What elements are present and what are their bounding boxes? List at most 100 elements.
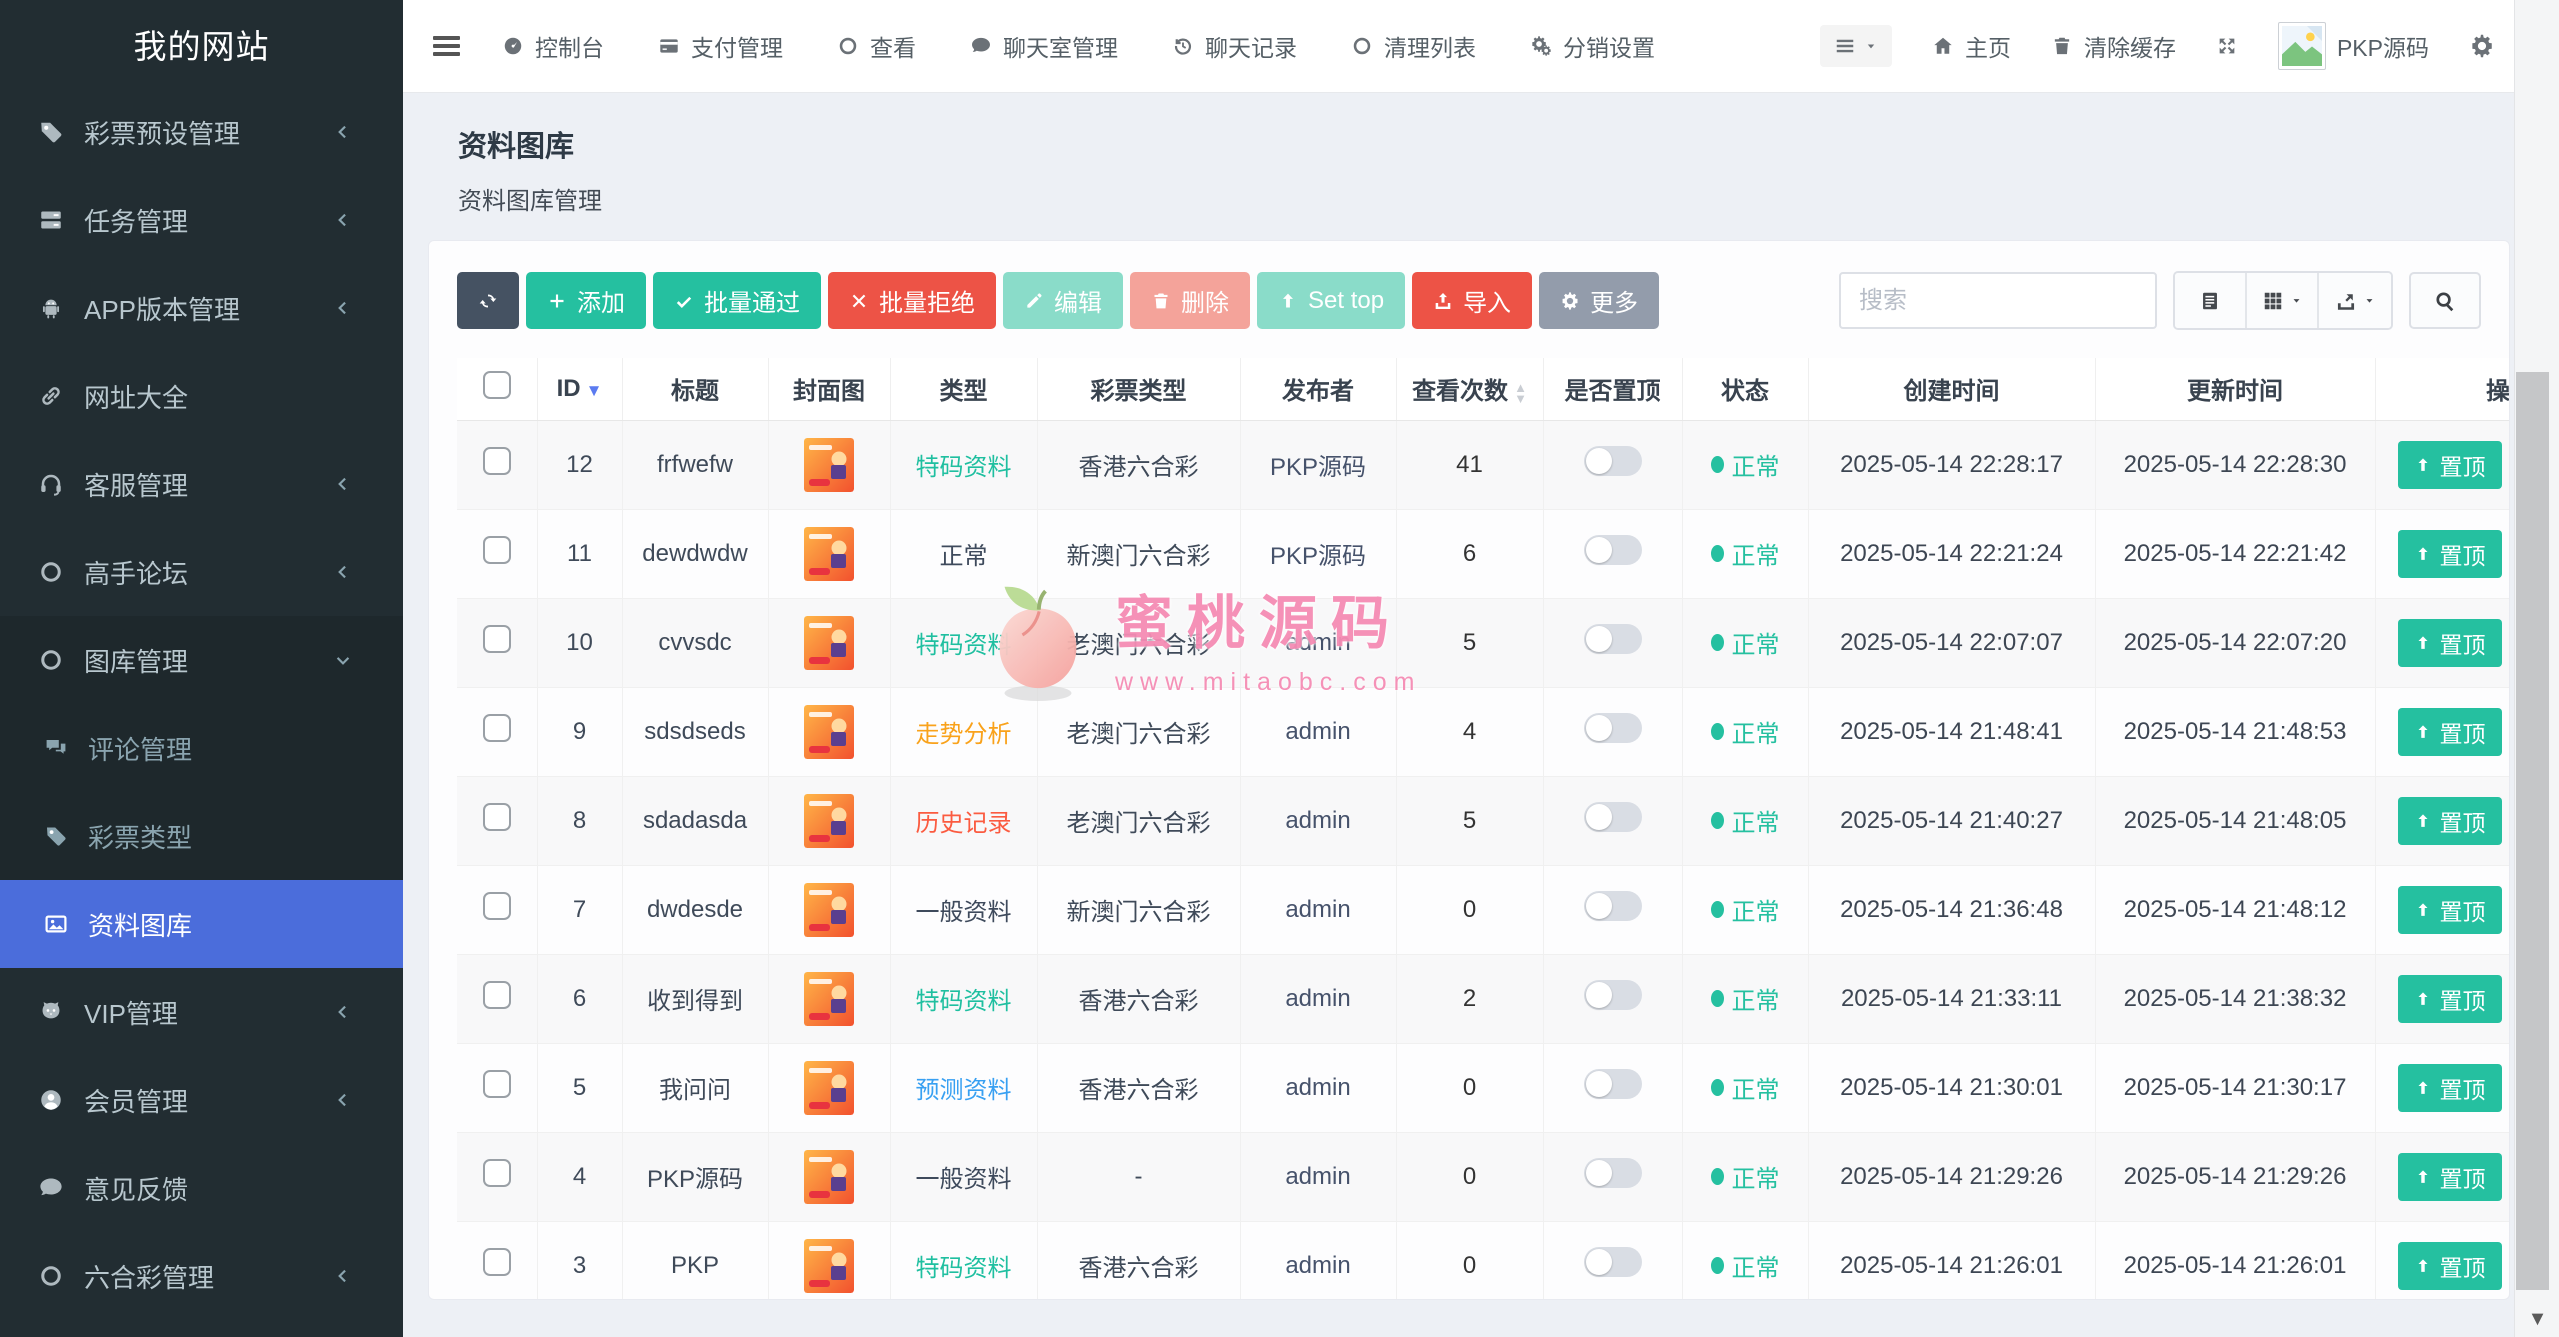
sidebar-item-sub-1[interactable]: 彩票类型	[0, 792, 403, 880]
sidebar-item-4[interactable]: 客服管理	[0, 440, 403, 528]
sidebar-item-6[interactable]: 图库管理	[0, 616, 403, 704]
pin-top-button[interactable]: 置顶	[2398, 619, 2502, 667]
search-button[interactable]	[2409, 272, 2481, 329]
pin-toggle[interactable]	[1584, 446, 1642, 476]
pin-toggle[interactable]	[1584, 624, 1642, 654]
nav-item-3[interactable]: 聊天室管理	[970, 29, 1118, 63]
cell-views: 2	[1396, 954, 1543, 1043]
pin-toggle[interactable]	[1584, 802, 1642, 832]
pin-toggle[interactable]	[1584, 535, 1642, 565]
nav-item-5[interactable]: 清理列表	[1351, 29, 1476, 63]
row-checkbox[interactable]	[483, 1248, 511, 1276]
pin-top-button[interactable]: 置顶	[2398, 1064, 2502, 1112]
home-link[interactable]: 主页	[1932, 29, 2011, 63]
pin-toggle[interactable]	[1584, 1069, 1642, 1099]
sidebar-item-10[interactable]: 六合彩管理	[0, 1232, 403, 1320]
pin-top-button[interactable]: 置顶	[2398, 1153, 2502, 1201]
pin-top-button[interactable]: 置顶	[2398, 975, 2502, 1023]
pin-top-button[interactable]: 置顶	[2398, 797, 2502, 845]
search-input[interactable]	[1839, 272, 2157, 329]
menu-list-dropdown[interactable]	[1820, 25, 1892, 67]
sidebar-item-0[interactable]: 彩票预设管理	[0, 88, 403, 176]
row-checkbox[interactable]	[483, 1159, 511, 1187]
cell-updated: 2025-05-14 21:26:01	[2095, 1221, 2375, 1300]
nav-item-6[interactable]: 分销设置	[1530, 29, 1655, 63]
sidebar-item-sub-0[interactable]: 评论管理	[0, 704, 403, 792]
more-button[interactable]: 更多	[1539, 272, 1659, 329]
column-header-查看次数[interactable]: 查看次数 ▲▼	[1396, 358, 1543, 420]
cell-updated: 2025-05-14 21:29:26	[2095, 1132, 2375, 1221]
column-label: 更新时间	[2187, 378, 2283, 405]
cell-select	[457, 1221, 537, 1300]
scrollbar-down-arrow[interactable]: ▼	[2515, 1308, 2559, 1331]
pin-toggle[interactable]	[1584, 1247, 1642, 1277]
row-checkbox[interactable]	[483, 803, 511, 831]
settings-gear[interactable]	[2469, 33, 2495, 59]
nav-item-1[interactable]: 支付管理	[658, 29, 783, 63]
batch-approve-button[interactable]: 批量通过	[653, 272, 821, 329]
columns-button[interactable]	[2247, 273, 2319, 328]
sidebar-item-3[interactable]: 网址大全	[0, 352, 403, 440]
sidebar-item-sub-2[interactable]: 资料图库	[0, 880, 403, 968]
gauge-icon	[502, 35, 524, 57]
sidebar-toggle-icon[interactable]	[433, 32, 460, 61]
cover-image[interactable]	[804, 527, 854, 581]
cell-pinned	[1543, 1221, 1682, 1300]
select-all-checkbox[interactable]	[483, 371, 511, 399]
nav-item-2[interactable]: 查看	[837, 29, 916, 63]
cover-image[interactable]	[804, 794, 854, 848]
pin-top-button[interactable]: 置顶	[2398, 1242, 2502, 1290]
row-checkbox[interactable]	[483, 447, 511, 475]
row-checkbox[interactable]	[483, 625, 511, 653]
cover-image[interactable]	[804, 438, 854, 492]
cover-image[interactable]	[804, 972, 854, 1026]
column-header-ID[interactable]: ID▼	[537, 358, 622, 420]
sort-icon: ▲▼	[1514, 382, 1527, 404]
cover-image[interactable]	[804, 705, 854, 759]
pin-top-button[interactable]: 置顶	[2398, 441, 2502, 489]
row-checkbox[interactable]	[483, 981, 511, 1009]
pin-top-button[interactable]: 置顶	[2398, 530, 2502, 578]
pin-toggle[interactable]	[1584, 1158, 1642, 1188]
import-button[interactable]: 导入	[1412, 272, 1532, 329]
cover-image[interactable]	[804, 883, 854, 937]
scrollbar-thumb[interactable]	[2516, 372, 2549, 1290]
cell-select	[457, 687, 537, 776]
sidebar-item-1[interactable]: 任务管理	[0, 176, 403, 264]
cover-image[interactable]	[804, 1239, 854, 1293]
set-top-button[interactable]: Set top	[1257, 272, 1405, 329]
cover-image[interactable]	[804, 616, 854, 670]
row-checkbox[interactable]	[483, 892, 511, 920]
pin-toggle[interactable]	[1584, 891, 1642, 921]
edit-button[interactable]: 编辑	[1003, 272, 1123, 329]
cover-image[interactable]	[804, 1061, 854, 1115]
pin-top-button[interactable]: 置顶	[2398, 708, 2502, 756]
sidebar-item-5[interactable]: 高手论坛	[0, 528, 403, 616]
row-checkbox[interactable]	[483, 536, 511, 564]
batch-reject-button[interactable]: 批量拒绝	[828, 272, 996, 329]
sidebar-item-7[interactable]: VIP管理	[0, 968, 403, 1056]
add-button[interactable]: 添加	[526, 272, 646, 329]
nav-item-0[interactable]: 控制台	[502, 29, 604, 63]
sidebar-item-9[interactable]: 意见反馈	[0, 1144, 403, 1232]
sidebar-item-label: 意见反馈	[84, 1170, 188, 1207]
refresh-button[interactable]	[457, 272, 519, 329]
row-checkbox[interactable]	[483, 1070, 511, 1098]
detail-view-button[interactable]	[2175, 273, 2247, 328]
pin-top-button[interactable]: 置顶	[2398, 886, 2502, 934]
column-label: 查看次数	[1412, 378, 1508, 405]
pin-toggle[interactable]	[1584, 713, 1642, 743]
clear-cache-link[interactable]: 清除缓存	[2051, 29, 2176, 63]
status-dot-icon	[1711, 456, 1724, 473]
export-button[interactable]	[2319, 273, 2391, 328]
cover-image[interactable]	[804, 1150, 854, 1204]
fullscreen-toggle[interactable]	[2216, 35, 2238, 57]
user-menu[interactable]: PKP源码	[2278, 22, 2429, 70]
pin-toggle[interactable]	[1584, 980, 1642, 1010]
arrow-up-icon	[2414, 723, 2432, 741]
delete-button[interactable]: 删除	[1130, 272, 1250, 329]
sidebar-item-8[interactable]: 会员管理	[0, 1056, 403, 1144]
row-checkbox[interactable]	[483, 714, 511, 742]
sidebar-item-2[interactable]: APP版本管理	[0, 264, 403, 352]
nav-item-4[interactable]: 聊天记录	[1172, 29, 1297, 63]
